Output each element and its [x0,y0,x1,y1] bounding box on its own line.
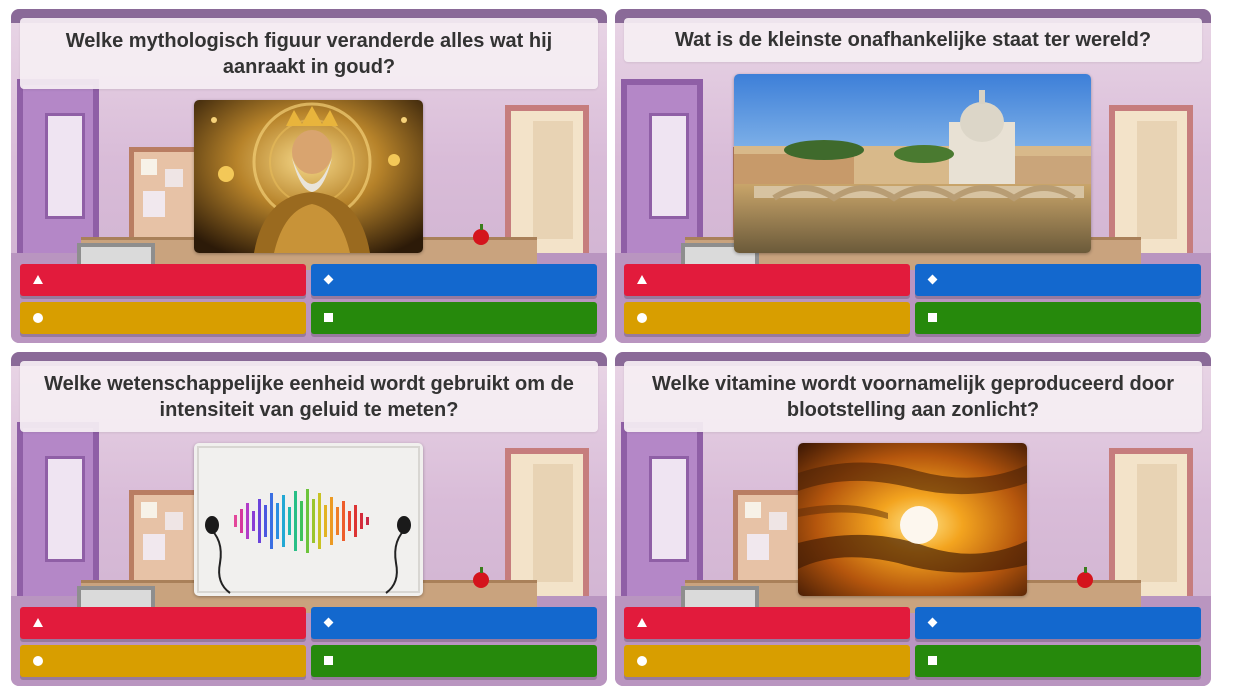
square-icon [928,313,937,322]
golden-king-image [194,100,423,253]
triangle-icon [33,618,43,627]
answer-button-yellow[interactable] [624,645,910,677]
answer-button-yellow[interactable] [624,302,910,334]
answer-button-yellow[interactable] [20,302,306,334]
answer-button-red[interactable] [20,607,306,639]
quiz-card[interactable]: Welke mythologisch figuur veranderde all… [11,9,607,343]
square-icon [928,656,937,665]
question-box: Welke mythologisch figuur veranderde all… [20,18,598,89]
answer-button-blue[interactable] [915,264,1201,296]
diamond-icon [927,274,938,285]
sound-wave-earphones-image [194,443,423,596]
diamond-icon [323,617,334,628]
apple-icon [1077,567,1093,588]
answer-button-green[interactable] [311,645,597,677]
question-box: Welke wetenschappelijke eenheid wordt ge… [20,361,598,432]
circle-icon [637,313,647,323]
answer-button-green[interactable] [311,302,597,334]
question-text: Wat is de kleinste onafhankelijke staat … [674,29,1152,51]
circle-icon [33,656,43,666]
question-box: Wat is de kleinste onafhankelijke staat … [624,18,1202,62]
diamond-icon [323,274,334,285]
answer-button-blue[interactable] [311,264,597,296]
answer-button-red[interactable] [20,264,306,296]
vatican-city-image [734,74,1091,253]
question-text: Welke mythologisch figuur veranderde all… [65,29,553,78]
square-icon [324,656,333,665]
triangle-icon [637,618,647,627]
answer-button-green[interactable] [915,645,1201,677]
quiz-card[interactable]: Wat is de kleinste onafhankelijke staat … [615,9,1211,343]
apple-icon [473,224,489,245]
quiz-card[interactable]: Welke vitamine wordt voornamelijk geprod… [615,352,1211,686]
apple-icon [473,567,489,588]
circle-icon [33,313,43,323]
quiz-card[interactable]: Welke wetenschappelijke eenheid wordt ge… [11,352,607,686]
question-text: Welke wetenschappelijke eenheid wordt ge… [44,372,574,421]
question-box: Welke vitamine wordt voornamelijk geprod… [624,361,1202,432]
triangle-icon [637,275,647,284]
quiz-slide-grid: Welke mythologisch figuur veranderde all… [0,0,1234,688]
sunset-image [798,443,1027,596]
answer-button-blue[interactable] [915,607,1201,639]
answer-button-blue[interactable] [311,607,597,639]
circle-icon [637,656,647,666]
question-text: Welke vitamine wordt voornamelijk geprod… [652,372,1174,421]
answer-button-red[interactable] [624,607,910,639]
answer-button-green[interactable] [915,302,1201,334]
answer-button-yellow[interactable] [20,645,306,677]
diamond-icon [927,617,938,628]
answer-button-red[interactable] [624,264,910,296]
triangle-icon [33,275,43,284]
square-icon [324,313,333,322]
